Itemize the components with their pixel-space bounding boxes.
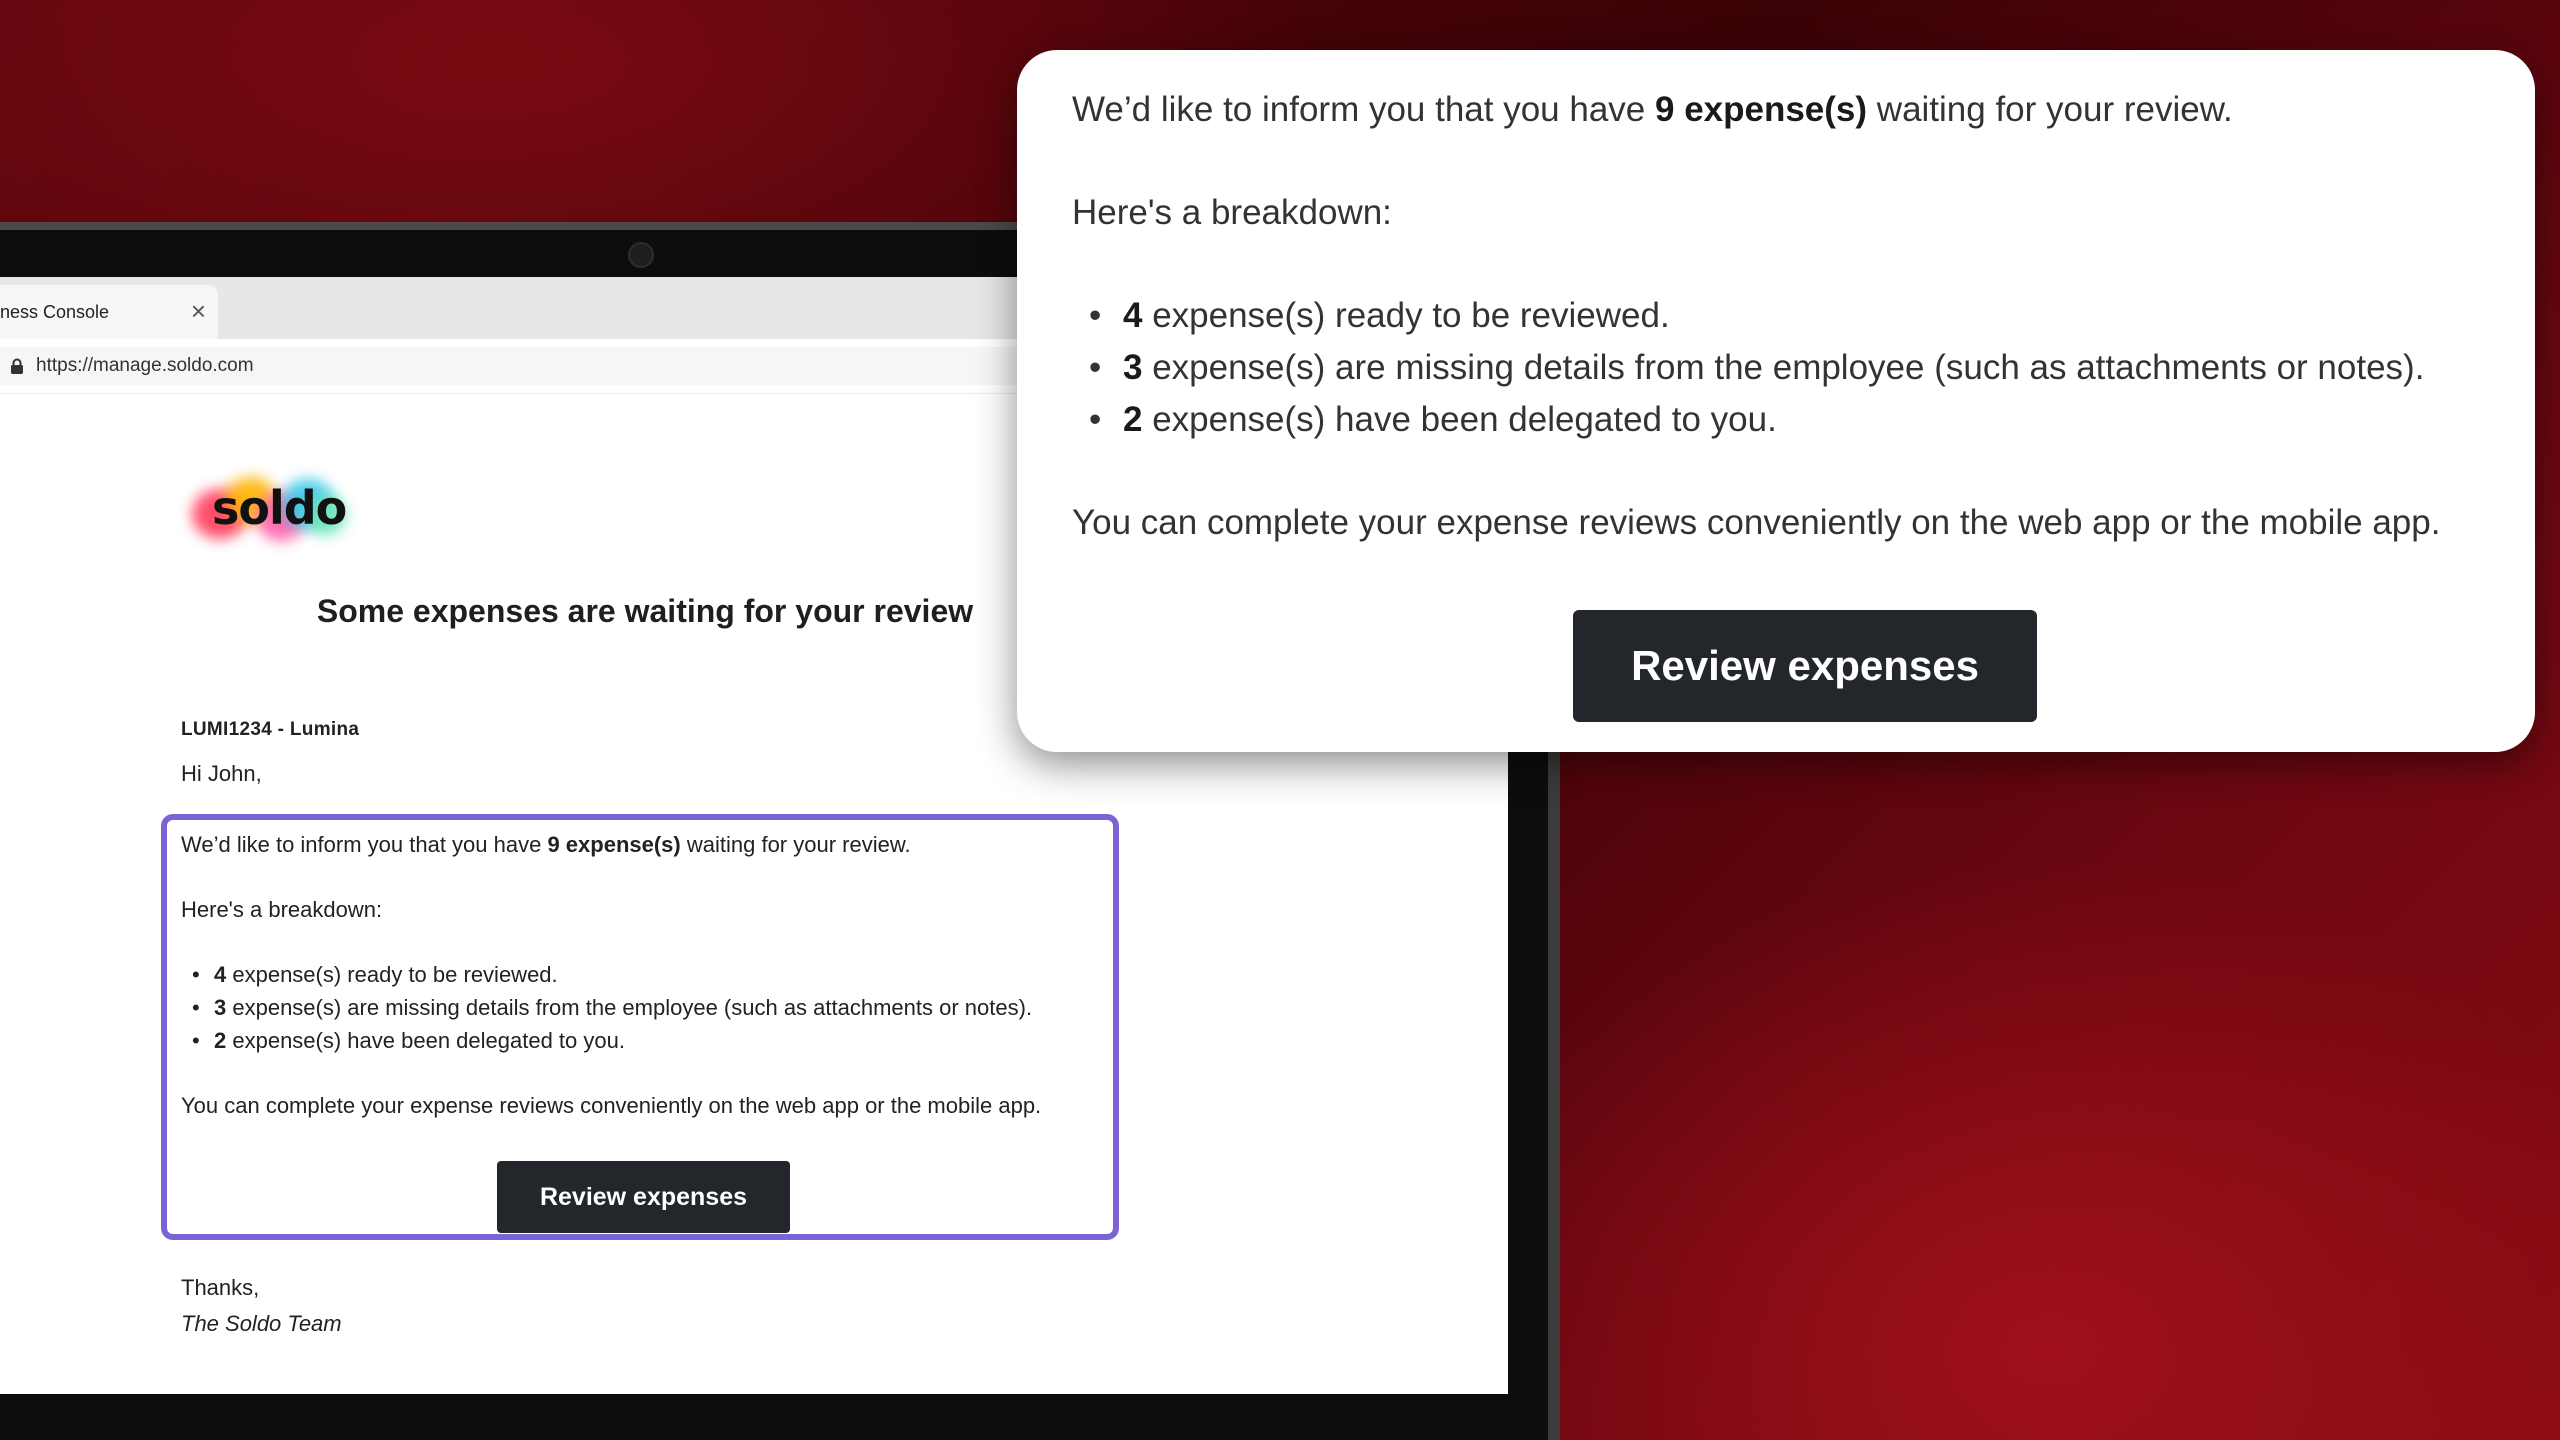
organization-line: LUMI1234 - Lumina — [181, 719, 360, 740]
review-expenses-button[interactable]: Review expenses — [497, 1161, 790, 1233]
logo-text: soldo — [212, 481, 347, 535]
zoomed-list-item: • 2 expense(s) have been delegated to you… — [1089, 400, 1777, 439]
zoomed-closing-note: You can complete your expense reviews co… — [1072, 503, 2441, 542]
zoomed-intro-text: We’d like to inform you that you have 9 … — [1072, 90, 2233, 129]
bullet-icon: • — [192, 1028, 200, 1053]
zoomed-list-item: • 3 expense(s) are missing details from t… — [1089, 348, 2425, 387]
zoomed-callout-card: We’d like to inform you that you have 9 … — [1017, 50, 2535, 752]
thanks-text: Thanks, — [181, 1275, 260, 1300]
lock-icon — [11, 358, 23, 374]
greeting: Hi John, — [181, 761, 262, 786]
zoomed-review-expenses-button[interactable]: Review expenses — [1573, 610, 2037, 722]
browser-tab[interactable]: ness Console × — [0, 285, 218, 339]
intro-count: 9 expense(s) — [547, 832, 681, 857]
bullet-icon: • — [1089, 296, 1102, 335]
bullet-icon: • — [1089, 400, 1102, 439]
list-item: • 3 expense(s) are missing details from t… — [192, 995, 1033, 1020]
breakdown-heading: Here's a breakdown: — [181, 897, 383, 922]
zoomed-intro-count: 9 expense(s) — [1655, 90, 1868, 129]
list-item: • 2 expense(s) have been delegated to you… — [192, 1028, 625, 1053]
camera-icon — [628, 242, 654, 268]
soldo-logo: soldo — [186, 469, 356, 549]
bullet-icon: • — [1089, 348, 1102, 387]
zoomed-breakdown-heading: Here's a breakdown: — [1072, 193, 1392, 232]
bullet-icon: • — [192, 962, 200, 987]
signature: The Soldo Team — [181, 1311, 342, 1336]
tab-label: ness Console — [0, 301, 110, 322]
url-text: https://manage.soldo.com — [36, 355, 254, 376]
close-icon[interactable]: × — [191, 297, 206, 325]
closing-note: You can complete your expense reviews co… — [181, 1093, 1042, 1118]
bullet-icon: • — [192, 995, 200, 1020]
zoomed-list-item: • 4 expense(s) ready to be reviewed. — [1089, 296, 1670, 335]
list-item: • 4 expense(s) ready to be reviewed. — [192, 962, 558, 987]
intro-text: We’d like to inform you that you have 9 … — [181, 832, 911, 857]
email-title: Some expenses are waiting for your revie… — [316, 593, 974, 629]
